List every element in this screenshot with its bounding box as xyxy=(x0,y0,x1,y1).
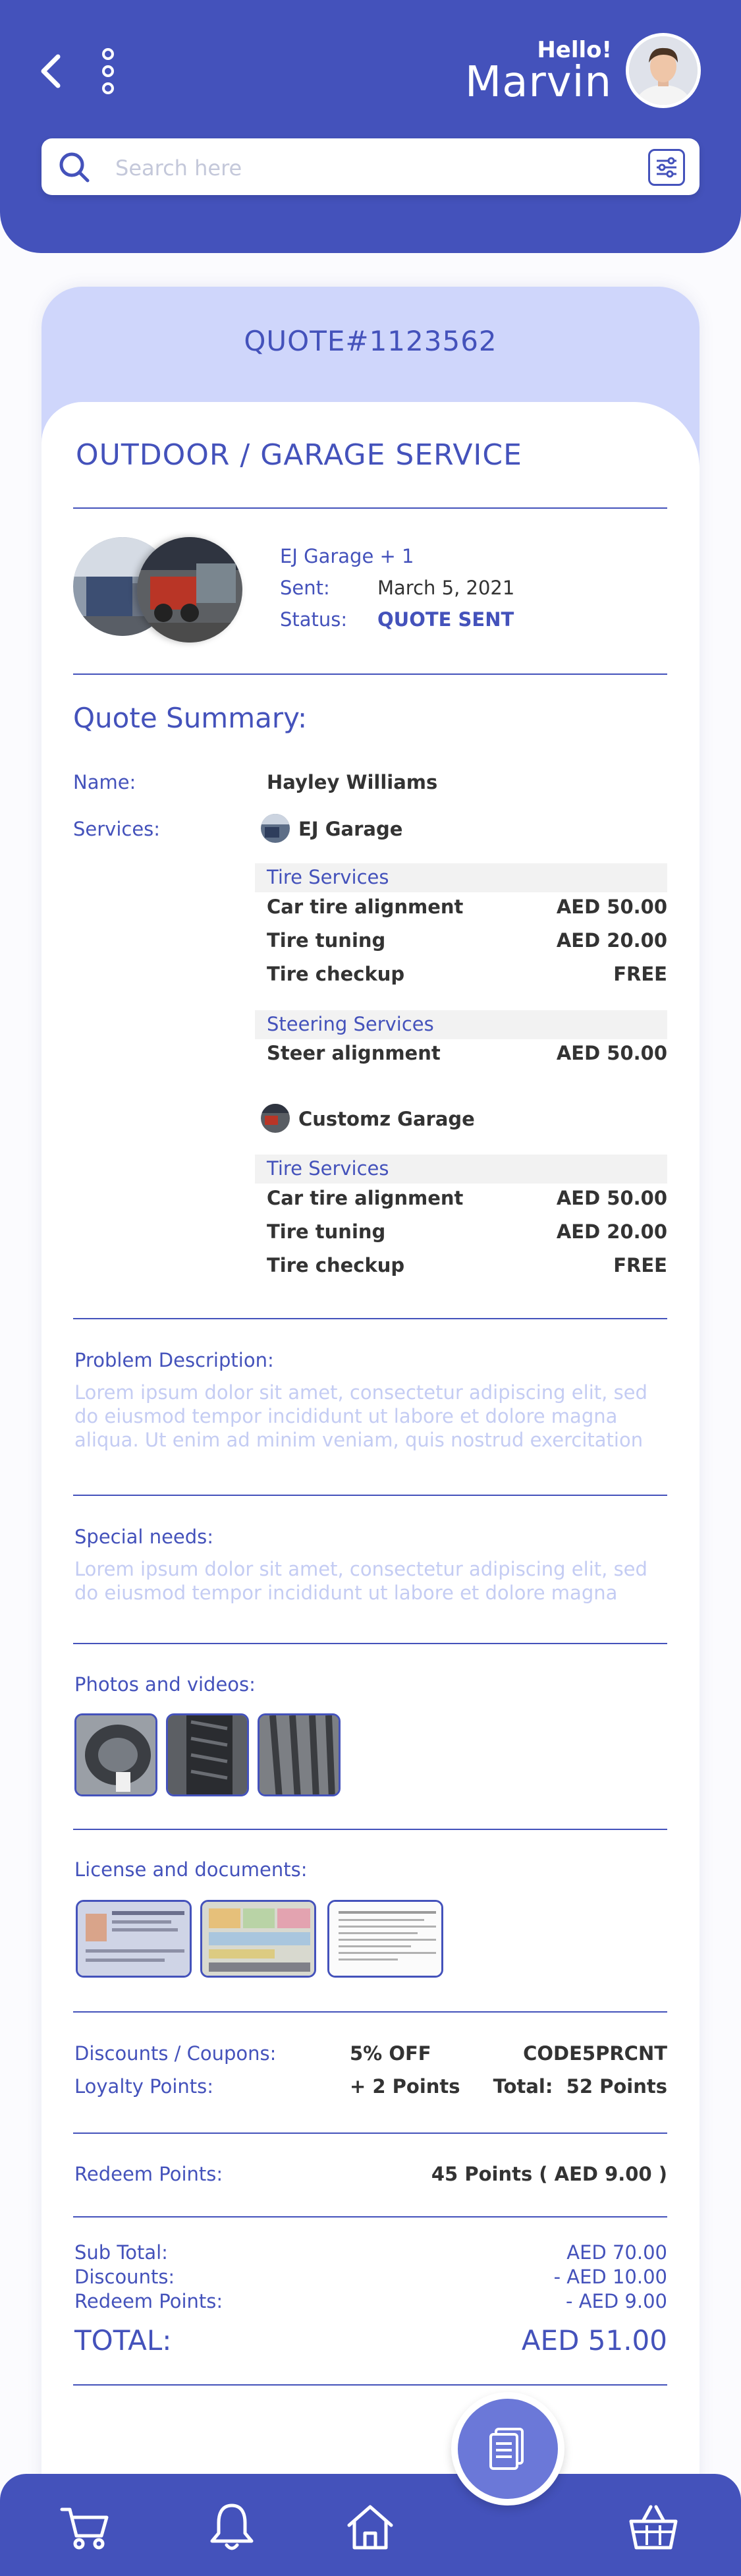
service-row: Tire checkup FREE xyxy=(267,963,667,989)
service-name: Car tire alignment xyxy=(267,1187,464,1209)
loyalty-points: + 2 Points xyxy=(350,2075,460,2098)
garage-name: EJ Garage xyxy=(298,818,403,840)
divider xyxy=(73,2384,667,2386)
divider xyxy=(73,507,667,509)
total-label: TOTAL: xyxy=(74,2324,172,2357)
service-price: AED 50.00 xyxy=(556,1042,667,1064)
service-name: Tire checkup xyxy=(267,963,405,985)
garages-label: EJ Garage + 1 xyxy=(280,545,414,567)
service-name: Tire tuning xyxy=(267,1220,386,1243)
basket-icon[interactable] xyxy=(626,2499,681,2554)
customer-name: Hayley Williams xyxy=(267,771,438,793)
divider xyxy=(73,1829,667,1830)
services-label: Services: xyxy=(73,818,161,840)
divider xyxy=(73,2011,667,2013)
photo-thumbnail[interactable] xyxy=(258,1713,341,1796)
cart-icon[interactable] xyxy=(58,2499,113,2554)
divider xyxy=(73,1643,667,1644)
back-arrow-icon[interactable] xyxy=(38,53,65,90)
photos-label: Photos and videos: xyxy=(74,1673,256,1696)
redeem-value[interactable]: 45 Points ( AED 9.00 ) xyxy=(431,2163,667,2185)
service-row: Tire tuning AED 20.00 xyxy=(267,929,667,956)
header: Hello! Marvin Search here xyxy=(0,0,741,253)
document-thumbnail[interactable] xyxy=(327,1900,443,1978)
service-row: Car tire alignment AED 50.00 xyxy=(267,1187,667,1213)
problem-text: Lorem ipsum dolor sit amet, consectetur … xyxy=(74,1381,647,1451)
service-category: Steering Services xyxy=(255,1010,667,1039)
service-row: Car tire alignment AED 50.00 xyxy=(267,896,667,922)
divider xyxy=(73,1318,667,1319)
sent-date: March 5, 2021 xyxy=(377,577,515,599)
avatar[interactable] xyxy=(626,33,701,108)
home-icon[interactable] xyxy=(343,2499,398,2554)
garage-avatar xyxy=(261,1104,290,1133)
divider xyxy=(73,673,667,675)
total-value: AED 51.00 xyxy=(521,2324,667,2357)
quote-details-screen: Hello! Marvin Search here QUOTE#1123562 … xyxy=(0,0,741,2576)
discounts-value: - AED 10.00 xyxy=(553,2266,667,2288)
quote-summary-heading: Quote Summary: xyxy=(73,702,308,734)
garage-avatar xyxy=(261,814,290,843)
user-name: Marvin xyxy=(465,58,612,107)
discounts-label: Discounts: xyxy=(74,2266,175,2288)
subtotal-value: AED 70.00 xyxy=(566,2241,667,2264)
coupon-value: 5% OFF xyxy=(350,2042,431,2065)
search-placeholder: Search here xyxy=(115,156,242,181)
quote-icon[interactable] xyxy=(451,2392,564,2505)
garage-photo xyxy=(137,537,242,643)
garage-name: Customz Garage xyxy=(298,1108,475,1130)
photo-thumbnail[interactable] xyxy=(74,1713,157,1796)
service-row: Steer alignment AED 50.00 xyxy=(267,1042,667,1068)
photo-thumbnail[interactable] xyxy=(166,1713,249,1796)
quote-card: QUOTE#1123562 OUTDOOR / GARAGE SERVICE E… xyxy=(41,287,700,2576)
service-price: AED 20.00 xyxy=(556,929,667,952)
service-price: AED 20.00 xyxy=(556,1220,667,1243)
coupon-label: Discounts / Coupons: xyxy=(74,2042,277,2065)
loyalty-total: Total: 52 Points xyxy=(493,2075,667,2098)
special-needs-text: Lorem ipsum dolor sit amet, consectetur … xyxy=(74,1558,647,1604)
loyalty-label: Loyalty Points: xyxy=(74,2075,214,2098)
service-price: FREE xyxy=(613,1254,667,1276)
subtotal-label: Sub Total: xyxy=(74,2241,168,2264)
bell-icon[interactable] xyxy=(204,2499,260,2554)
filter-icon[interactable] xyxy=(648,149,685,186)
quote-number: QUOTE#1123562 xyxy=(244,325,497,357)
document-thumbnail[interactable] xyxy=(200,1900,316,1978)
sent-label: Sent: xyxy=(280,577,330,599)
service-price: AED 50.00 xyxy=(556,1187,667,1209)
problem-label: Problem Description: xyxy=(74,1349,274,1371)
documents-label: License and documents: xyxy=(74,1858,308,1881)
divider xyxy=(73,2216,667,2218)
more-menu-icon[interactable] xyxy=(99,46,117,96)
status-label: Status: xyxy=(280,608,348,631)
divider xyxy=(73,2132,667,2134)
document-thumbnail[interactable] xyxy=(76,1900,192,1978)
coupon-code: CODE5PRCNT xyxy=(523,2042,667,2065)
search-bar[interactable]: Search here xyxy=(41,138,700,195)
name-label: Name: xyxy=(73,771,136,793)
service-name: Tire checkup xyxy=(267,1254,405,1276)
search-icon xyxy=(59,152,90,183)
redeem-total-label: Redeem Points: xyxy=(74,2290,223,2312)
service-price: FREE xyxy=(613,963,667,985)
service-row: Tire tuning AED 20.00 xyxy=(267,1220,667,1247)
service-row: Tire checkup FREE xyxy=(267,1254,667,1280)
special-needs-label: Special needs: xyxy=(74,1526,214,1548)
service-price: AED 50.00 xyxy=(556,896,667,918)
divider xyxy=(73,1495,667,1496)
service-category: Tire Services xyxy=(255,863,667,892)
status-badge: QUOTE SENT xyxy=(377,608,514,631)
redeem-total-value: - AED 9.00 xyxy=(566,2290,667,2312)
service-name: Steer alignment xyxy=(267,1042,441,1064)
service-title: OUTDOOR / GARAGE SERVICE xyxy=(76,438,522,472)
service-name: Tire tuning xyxy=(267,929,386,952)
redeem-label: Redeem Points: xyxy=(74,2163,223,2185)
service-name: Car tire alignment xyxy=(267,896,464,918)
service-category: Tire Services xyxy=(255,1155,667,1184)
